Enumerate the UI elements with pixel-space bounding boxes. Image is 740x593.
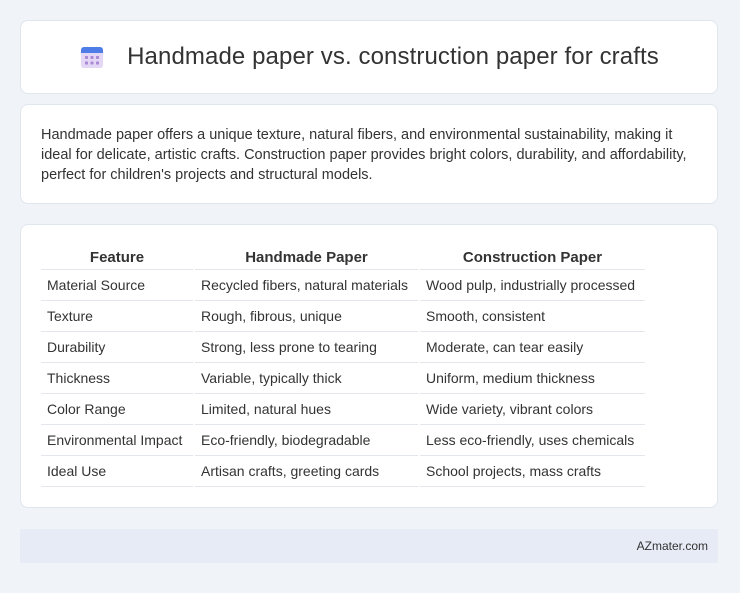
column-header-handmade: Handmade Paper <box>195 245 418 270</box>
table-cell: Material Source <box>41 270 193 301</box>
table-cell: Durability <box>41 332 193 363</box>
table-row: Color Range Limited, natural hues Wide v… <box>41 394 645 425</box>
comparison-card: Feature Handmade Paper Construction Pape… <box>20 224 718 508</box>
intro-text: Handmade paper offers a unique texture, … <box>41 127 687 183</box>
table-cell: Moderate, can tear easily <box>420 332 645 363</box>
footer-bar: AZmater.com <box>20 529 718 563</box>
title-card: Handmade paper vs. construction paper fo… <box>20 20 718 94</box>
table-cell: Recycled fibers, natural materials <box>195 270 418 301</box>
table-cell: Variable, typically thick <box>195 363 418 394</box>
table-cell: Wood pulp, industrially processed <box>420 270 645 301</box>
table-cell: Wide variety, vibrant colors <box>420 394 645 425</box>
table-row: Material Source Recycled fibers, natural… <box>41 270 645 301</box>
table-row: Texture Rough, fibrous, unique Smooth, c… <box>41 301 645 332</box>
column-header-feature: Feature <box>41 245 193 270</box>
table-cell: Strong, less prone to tearing <box>195 332 418 363</box>
table-cell: Texture <box>41 301 193 332</box>
table-cell: Color Range <box>41 394 193 425</box>
table-cell: Environmental Impact <box>41 425 193 456</box>
table-cell: Uniform, medium thickness <box>420 363 645 394</box>
intro-card: Handmade paper offers a unique texture, … <box>20 104 718 204</box>
table-row: Durability Strong, less prone to tearing… <box>41 332 645 363</box>
table-cell: Smooth, consistent <box>420 301 645 332</box>
table-header-row: Feature Handmade Paper Construction Pape… <box>41 245 645 270</box>
table-cell: Eco-friendly, biodegradable <box>195 425 418 456</box>
calendar-icon <box>81 47 104 68</box>
table-cell: Ideal Use <box>41 456 193 487</box>
table-row: Environmental Impact Eco-friendly, biode… <box>41 425 645 456</box>
column-header-construction: Construction Paper <box>420 245 645 270</box>
table-cell: Rough, fibrous, unique <box>195 301 418 332</box>
table-row: Ideal Use Artisan crafts, greeting cards… <box>41 456 645 487</box>
table-cell: School projects, mass crafts <box>420 456 645 487</box>
footer-brand[interactable]: AZmater.com <box>637 539 708 553</box>
comparison-table: Feature Handmade Paper Construction Pape… <box>39 245 647 487</box>
table-cell: Thickness <box>41 363 193 394</box>
table-cell: Artisan crafts, greeting cards <box>195 456 418 487</box>
table-cell: Limited, natural hues <box>195 394 418 425</box>
table-cell: Less eco-friendly, uses chemicals <box>420 425 645 456</box>
page-title: Handmade paper vs. construction paper fo… <box>127 43 659 70</box>
table-row: Thickness Variable, typically thick Unif… <box>41 363 645 394</box>
